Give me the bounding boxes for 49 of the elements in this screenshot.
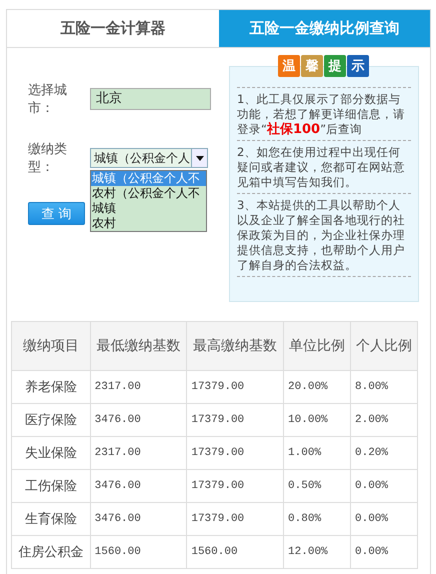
table-cell: 2317.00	[90, 370, 187, 404]
table-cell: 17379.00	[186, 470, 284, 502]
table-cell: 0.50%	[284, 470, 350, 502]
type-label: 缴纳类型：	[28, 141, 68, 176]
tip-paragraph: 2、如您在使用过程中出现任何疑问或者建议，您都可在网站意见箱中填写告知我们。	[237, 141, 411, 194]
table-cell: 0.20%	[350, 436, 418, 470]
tip-title-tile: 提	[324, 55, 346, 77]
table-cell: 1560.00	[186, 536, 284, 568]
table-cell: 3476.00	[90, 470, 187, 502]
table-cell: 3476.00	[90, 404, 187, 436]
table-cell: 生育保险	[12, 502, 90, 536]
column-header: 最高缴纳基数	[186, 322, 284, 370]
dropdown-option[interactable]: 农村	[91, 216, 206, 231]
table-cell: 1560.00	[90, 536, 187, 568]
table-cell: 0.00%	[350, 470, 418, 502]
column-header: 个人比例	[350, 322, 418, 370]
table-cell: 失业保险	[12, 436, 90, 470]
table-cell: 17379.00	[186, 436, 284, 470]
table-cell: 养老保险	[12, 370, 90, 404]
city-label: 选择城市：	[28, 82, 68, 117]
type-dropdown[interactable]: 城镇（公积金个人	[90, 148, 208, 168]
table-cell: 2317.00	[90, 436, 187, 470]
tip-paragraph: 1、此工具仅展示了部分数据与功能，若想了解更详细信息，请登录“社保100”后查询	[237, 88, 411, 141]
tip-title-tile: 馨	[301, 55, 323, 77]
column-header: 单位比例	[284, 322, 350, 370]
column-header: 缴纳项目	[12, 322, 90, 370]
dropdown-option[interactable]: 农村（公积金个人不	[91, 186, 206, 201]
tip-title-tile: 示	[347, 55, 369, 77]
table-cell: 20.00%	[284, 370, 350, 404]
table-cell: 17379.00	[186, 404, 284, 436]
table-cell: 8.00%	[350, 370, 418, 404]
column-header: 最低缴纳基数	[90, 322, 187, 370]
table-cell: 住房公积金	[12, 536, 90, 568]
table-cell: 2.00%	[350, 404, 418, 436]
table-cell: 0.00%	[350, 536, 418, 568]
table-cell: 1.00%	[284, 436, 350, 470]
table-cell: 0.00%	[350, 502, 418, 536]
table-cell: 医疗保险	[12, 404, 90, 436]
tip-title-tile: 温	[278, 55, 300, 77]
table-cell: 0.80%	[284, 502, 350, 536]
table-cell: 12.00%	[284, 536, 350, 568]
table-cell: 17379.00	[186, 502, 284, 536]
dropdown-option[interactable]: 城镇	[91, 201, 206, 216]
tip-paragraph: 3、本站提供的工具以帮助个人以及企业了解全国各地现行的社保政策为目的，为企业社保办理提供信息支持，也帮助个人用户了解自身的合法权益。	[237, 194, 411, 277]
table-cell: 工伤保险	[12, 470, 90, 502]
city-field[interactable]: 北京	[90, 88, 211, 110]
table-cell: 17379.00	[186, 370, 284, 404]
table-cell: 10.00%	[284, 404, 350, 436]
table-cell: 3476.00	[90, 502, 187, 536]
